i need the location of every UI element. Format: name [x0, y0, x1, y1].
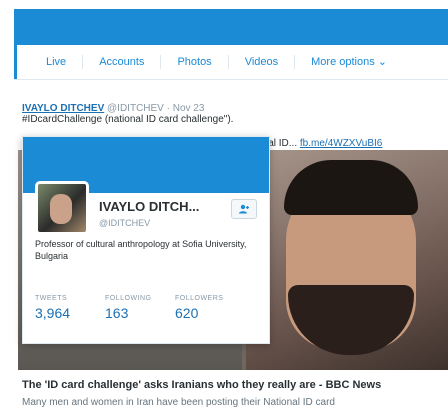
- follow-user-icon: [239, 204, 249, 214]
- tab-photos[interactable]: Photos: [161, 55, 229, 69]
- stat-followers[interactable]: FOLLOWERS 620: [175, 295, 245, 321]
- tweet-text-continued: ial ID... fb.me/4WZXVuBI6: [266, 138, 382, 149]
- tweet-handle-time: @IDITCHEV · Nov 23: [107, 103, 205, 114]
- stat-value: 620: [175, 305, 199, 321]
- tweet-header: IVAYLO DITCHEV @IDITCHEV · Nov 23: [22, 103, 204, 114]
- stat-label: TWEETS: [35, 295, 68, 302]
- stat-label: FOLLOWING: [105, 295, 152, 302]
- stat-label: FOLLOWERS: [175, 295, 224, 302]
- article-headline[interactable]: The 'ID card challenge' asks Iranians wh…: [22, 379, 381, 391]
- tweet-text-tail: ial ID...: [266, 138, 298, 149]
- stat-value: 3,964: [35, 305, 71, 321]
- tab-accounts[interactable]: Accounts: [83, 55, 162, 69]
- tab-videos[interactable]: Videos: [229, 55, 296, 69]
- tweet-link[interactable]: fb.me/4WZXVuBI6: [300, 138, 382, 149]
- profile-name[interactable]: IVAYLO DITCH...: [99, 199, 199, 214]
- profile-hover-card: IVAYLO DITCH... @IDITCHEV Professor of c…: [22, 136, 270, 344]
- stat-following[interactable]: FOLLOWING 163: [105, 295, 175, 321]
- tab-live[interactable]: Live: [14, 55, 84, 69]
- tab-more-options[interactable]: More options ⌄: [295, 55, 403, 69]
- profile-stats: TWEETS 3,964 FOLLOWING 163 FOLLOWERS 620: [35, 295, 245, 321]
- stat-tweets[interactable]: TWEETS 3,964: [35, 295, 105, 321]
- tweet-author-name[interactable]: IVAYLO DITCHEV: [22, 103, 104, 114]
- search-tabs: Live Accounts Photos Videos More options…: [14, 45, 448, 80]
- header-banner: [14, 9, 448, 45]
- tweet-text: #IDcardChallenge (national ID card chall…: [22, 114, 234, 125]
- profile-handle: @IDITCHEV: [99, 218, 151, 228]
- follow-button[interactable]: [231, 199, 257, 219]
- avatar[interactable]: [35, 181, 89, 235]
- article-snippet: Many men and women in Iran have been pos…: [22, 397, 335, 408]
- stat-value: 163: [105, 305, 129, 321]
- profile-bio: Professor of cultural anthropology at So…: [35, 239, 247, 261]
- media-photo-right: [246, 150, 448, 370]
